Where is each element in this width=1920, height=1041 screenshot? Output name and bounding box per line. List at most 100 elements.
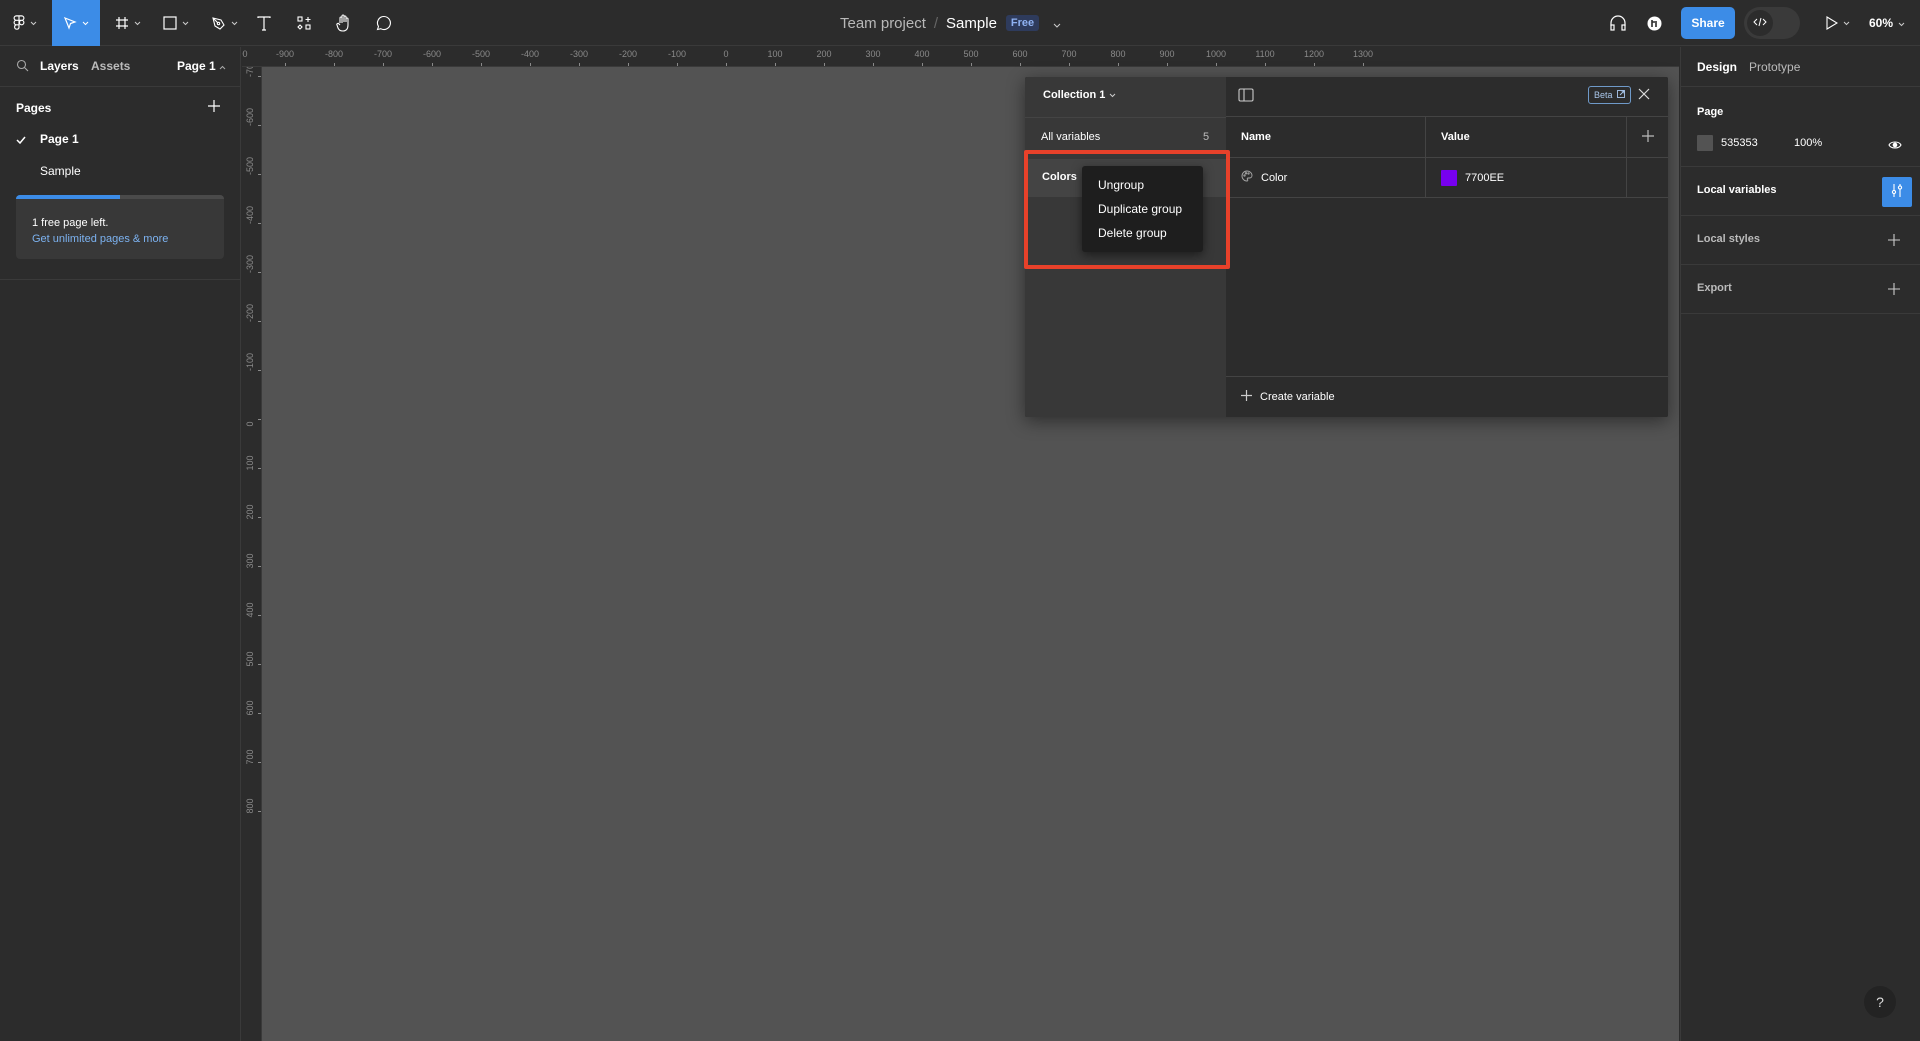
ruler-label: 100 bbox=[767, 49, 783, 59]
ruler-label: 700 bbox=[245, 749, 255, 765]
tab-design[interactable]: Design bbox=[1697, 60, 1737, 74]
frame-tool-button[interactable] bbox=[110, 0, 146, 46]
chevron-down-icon bbox=[134, 21, 141, 26]
tab-assets[interactable]: Assets bbox=[91, 59, 130, 73]
title-separator: / bbox=[933, 14, 939, 32]
column-header-value: Value bbox=[1426, 117, 1627, 158]
sliders-icon bbox=[1890, 183, 1904, 202]
add-mode-button[interactable] bbox=[1627, 117, 1668, 158]
ruler-label: -800 bbox=[324, 49, 344, 59]
audio-button[interactable] bbox=[1606, 0, 1630, 46]
page-section: Page bbox=[1681, 88, 1920, 167]
ruler-label: 100 bbox=[245, 455, 255, 471]
close-icon[interactable] bbox=[1638, 87, 1650, 105]
menu-item-ungroup[interactable]: Ungroup bbox=[1098, 178, 1144, 192]
page-color-hex[interactable]: 535353 bbox=[1721, 137, 1758, 149]
dev-mode-toggle[interactable] bbox=[1744, 7, 1800, 39]
open-variables-button[interactable] bbox=[1882, 177, 1912, 207]
local-styles-title: Local styles bbox=[1697, 233, 1760, 245]
text-tool-button[interactable] bbox=[252, 0, 276, 46]
user-avatar[interactable] bbox=[1644, 0, 1664, 46]
page-label: Sample bbox=[40, 164, 81, 178]
move-tool-button[interactable] bbox=[52, 0, 100, 46]
ruler-label: 0 bbox=[723, 49, 729, 59]
plan-badge: Free bbox=[1005, 15, 1040, 31]
ruler-label: 300 bbox=[865, 49, 881, 59]
check-icon bbox=[16, 133, 26, 147]
all-variables-item[interactable]: All variables bbox=[1041, 131, 1100, 143]
ruler-label: 200 bbox=[816, 49, 832, 59]
ruler-label: -500 bbox=[245, 156, 255, 175]
sidebar-toggle-icon[interactable] bbox=[1238, 88, 1254, 107]
comment-tool-button[interactable] bbox=[372, 0, 396, 46]
shape-tool-button[interactable] bbox=[158, 0, 194, 46]
ruler-label: 800 bbox=[1110, 49, 1126, 59]
variable-name-cell[interactable]: Color bbox=[1226, 158, 1426, 198]
resources-tool-button[interactable] bbox=[292, 0, 316, 46]
ruler-label: -200 bbox=[618, 49, 638, 59]
ruler-label: 0 bbox=[245, 421, 255, 427]
main-menu-button[interactable] bbox=[8, 0, 42, 46]
ruler-label: 600 bbox=[1012, 49, 1028, 59]
page-color-opacity[interactable]: 100% bbox=[1794, 137, 1822, 149]
ruler-label: -100 bbox=[245, 352, 255, 371]
headphones-icon bbox=[1609, 15, 1627, 31]
local-variables-title: Local variables bbox=[1697, 184, 1777, 196]
upgrade-banner: 1 free page left. Get unlimited pages & … bbox=[16, 195, 224, 259]
variables-table: Beta Name Value Color 7700EE Create vari… bbox=[1226, 77, 1668, 417]
page-item-sample[interactable]: Sample bbox=[0, 155, 240, 187]
pen-tool-button[interactable] bbox=[206, 0, 242, 46]
ruler-label: 1000 bbox=[1205, 49, 1227, 59]
figma-logo-icon bbox=[13, 15, 25, 31]
chevron-down-icon[interactable] bbox=[1053, 15, 1061, 32]
ruler-label: 700 bbox=[1061, 49, 1077, 59]
eye-icon[interactable] bbox=[1888, 137, 1902, 155]
text-icon bbox=[257, 15, 271, 31]
upgrade-link[interactable]: Get unlimited pages & more bbox=[32, 233, 168, 245]
ruler-label: -100 bbox=[667, 49, 687, 59]
ruler-label: 800 bbox=[245, 798, 255, 814]
add-style-icon[interactable] bbox=[1888, 233, 1900, 251]
pen-icon bbox=[211, 16, 226, 31]
tab-prototype[interactable]: Prototype bbox=[1749, 60, 1800, 74]
chevron-up-icon bbox=[219, 59, 226, 73]
top-toolbar: Team project / Sample Free Share 60% bbox=[0, 0, 1920, 46]
search-icon[interactable] bbox=[16, 59, 29, 75]
project-name[interactable]: Team project bbox=[840, 15, 926, 32]
ruler-label: -1000 bbox=[242, 49, 248, 59]
add-export-icon[interactable] bbox=[1888, 282, 1900, 300]
resources-icon bbox=[296, 15, 312, 31]
page-color-swatch[interactable] bbox=[1697, 135, 1713, 151]
variable-value-cell[interactable]: 7700EE bbox=[1426, 158, 1627, 198]
rectangle-icon bbox=[163, 16, 177, 30]
ruler-label: -200 bbox=[245, 303, 255, 322]
plus-icon bbox=[1641, 129, 1654, 145]
create-variable-button[interactable]: Create variable bbox=[1226, 376, 1668, 417]
create-variable-label: Create variable bbox=[1260, 391, 1335, 403]
export-section: Export bbox=[1681, 265, 1920, 314]
divider bbox=[1025, 117, 1226, 118]
collection-selector[interactable]: Collection 1 bbox=[1043, 89, 1116, 101]
export-title: Export bbox=[1697, 282, 1732, 294]
page-item-page-1[interactable]: Page 1 bbox=[0, 123, 240, 155]
modal-header: Beta bbox=[1226, 77, 1668, 117]
chevron-down-icon bbox=[1898, 16, 1905, 30]
page-selector[interactable]: Page 1 bbox=[177, 59, 226, 73]
tab-layers[interactable]: Layers bbox=[40, 59, 79, 73]
menu-item-delete-group[interactable]: Delete group bbox=[1098, 226, 1167, 240]
present-button[interactable] bbox=[1820, 0, 1856, 46]
zoom-menu[interactable]: 60% bbox=[1869, 0, 1905, 46]
color-swatch[interactable] bbox=[1441, 169, 1457, 186]
share-button[interactable]: Share bbox=[1681, 7, 1735, 39]
ruler-label: 400 bbox=[245, 602, 255, 618]
file-name[interactable]: Sample bbox=[946, 15, 997, 32]
page-label: Page 1 bbox=[40, 132, 79, 146]
beta-badge[interactable]: Beta bbox=[1588, 86, 1631, 104]
all-variables-count: 5 bbox=[1203, 131, 1210, 143]
help-button[interactable]: ? bbox=[1864, 986, 1896, 1018]
left-panel: Layers Assets Page 1 Pages Page 1 Sample… bbox=[0, 47, 241, 1041]
local-styles-section: Local styles bbox=[1681, 216, 1920, 265]
hand-tool-button[interactable] bbox=[332, 0, 356, 46]
menu-item-duplicate-group[interactable]: Duplicate group bbox=[1098, 202, 1182, 216]
add-page-icon[interactable] bbox=[208, 99, 220, 117]
